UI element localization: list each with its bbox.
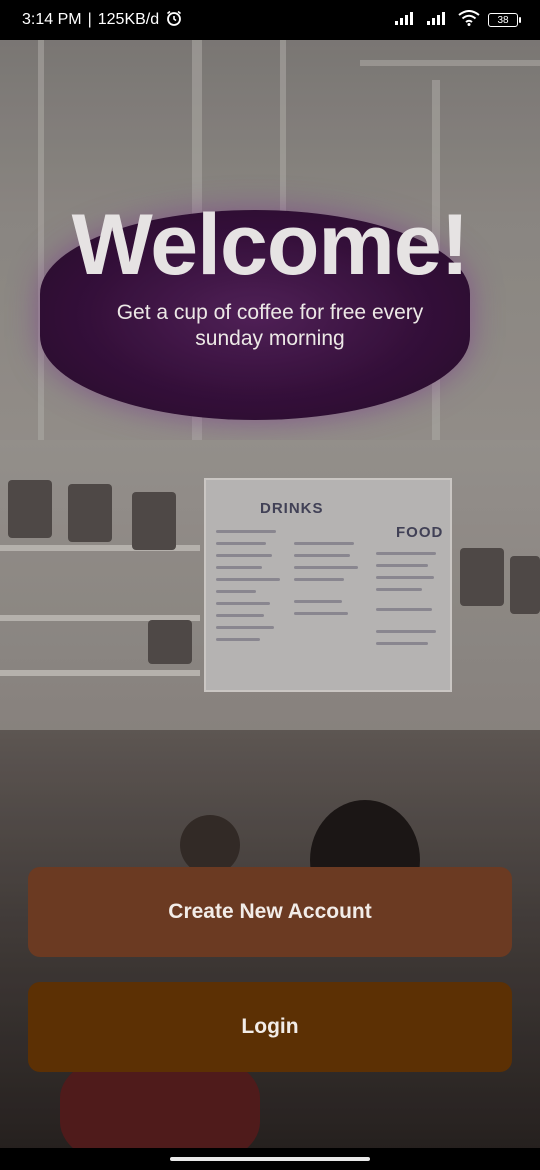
welcome-screen: 3:14 PM | 125KB/d 38 DRINKS FOOD Welcome… — [0, 0, 540, 1170]
wifi-icon — [458, 9, 480, 31]
welcome-title: Welcome! — [71, 197, 470, 293]
battery-level: 38 — [497, 15, 509, 26]
signal-icon-2 — [426, 10, 450, 31]
signal-icon — [394, 10, 418, 31]
home-indicator[interactable] — [170, 1157, 370, 1161]
status-left: 3:14 PM | 125KB/d — [22, 9, 183, 32]
status-bar: 3:14 PM | 125KB/d 38 — [0, 0, 540, 40]
login-button[interactable]: Login — [28, 982, 512, 1072]
status-separator: | — [87, 11, 92, 28]
battery-icon: 38 — [488, 13, 521, 27]
welcome-subtitle: Get a cup of coffee for free every sunda… — [116, 301, 424, 350]
navigation-bar — [0, 1148, 540, 1170]
alarm-icon — [165, 9, 183, 32]
clock: 3:14 PM — [22, 11, 82, 28]
network-speed: 125KB/d — [97, 11, 160, 28]
create-account-button[interactable]: Create New Account — [28, 867, 512, 957]
status-right: 38 — [394, 9, 521, 31]
